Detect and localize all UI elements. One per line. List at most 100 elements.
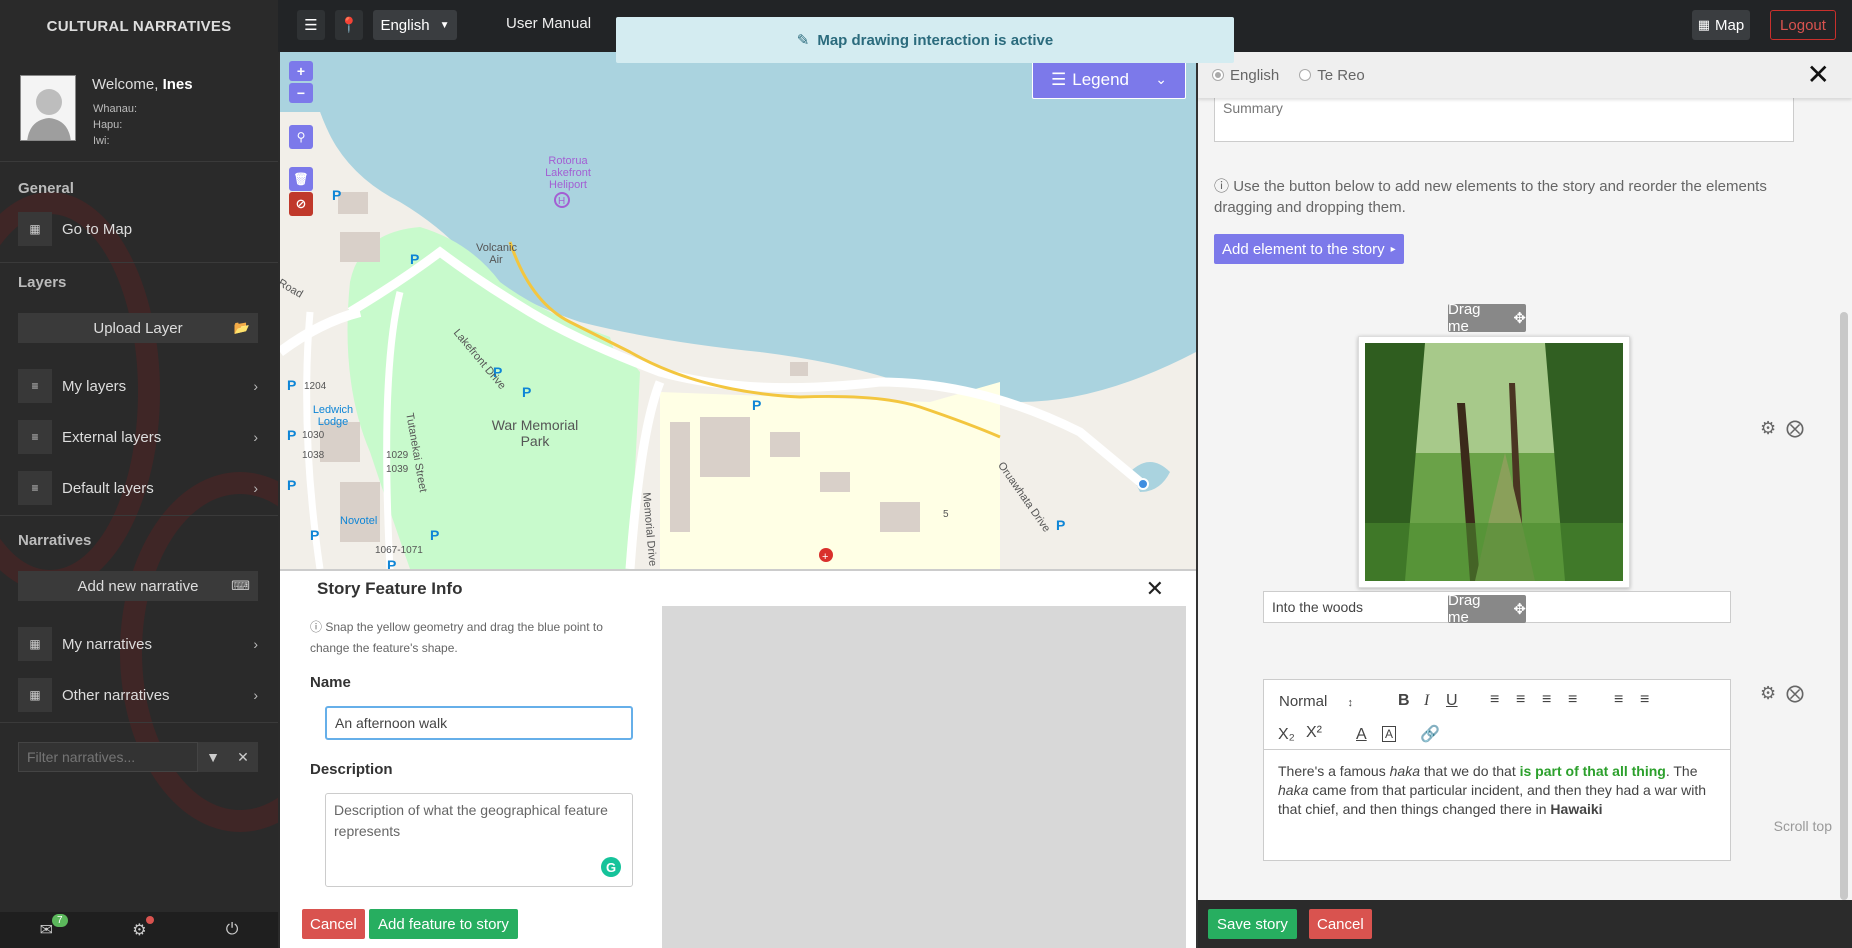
background-color-icon[interactable]: A — [1382, 726, 1397, 742]
text-color-icon[interactable]: A — [1356, 726, 1367, 744]
sidebar-item-default-layers[interactable]: ≡ Default layers › — [18, 471, 258, 505]
magnifier-icon: ⚲ — [296, 130, 306, 144]
iwi-label: Iwi: — [93, 135, 110, 147]
upload-layer-button[interactable]: Upload Layer 📂 — [18, 313, 258, 343]
zoom-box-button[interactable]: ⚲ — [289, 125, 313, 149]
move-icon: ✥ — [1513, 601, 1526, 618]
clear-filter-icon[interactable]: ✕ — [228, 742, 258, 772]
logout-button[interactable]: Logout — [1770, 10, 1836, 40]
info-icon: ⓘ — [310, 620, 323, 634]
close-icon[interactable]: ✕ — [1807, 58, 1830, 91]
map-button[interactable]: ▦ Map — [1692, 10, 1750, 40]
description-textarea[interactable]: Description of what the geographical fea… — [325, 793, 633, 887]
underline-icon[interactable]: U — [1446, 692, 1458, 710]
updown-icon: ↕ — [1347, 697, 1354, 709]
zoom-out-button[interactable]: − — [289, 83, 313, 103]
envelope-icon[interactable]: ✉ — [40, 920, 53, 940]
feature-preview-area — [662, 606, 1186, 948]
remove-element-icon[interactable]: ⨂ — [1786, 418, 1804, 439]
radio-te-reo-label: Te Reo — [1317, 66, 1365, 84]
save-story-button[interactable]: Save story — [1208, 909, 1297, 939]
chevron-right-icon: › — [253, 480, 258, 496]
sidebar: Welcome, Ines Whanau: Hapu: Iwi: General… — [0, 52, 278, 948]
sidebar-item-external-layers[interactable]: ≡ External layers › — [18, 420, 258, 454]
editor-content[interactable]: There's a famous haka that we do that is… — [1264, 750, 1730, 831]
text-run-bold-green: is part of that all thing — [1519, 763, 1666, 779]
chevron-right-icon: › — [253, 378, 258, 394]
align-right-icon[interactable]: ≡ — [1542, 691, 1551, 709]
forest-photo — [1365, 343, 1623, 581]
grammarly-icon[interactable]: G — [601, 857, 621, 877]
layers-icon: ≡ — [18, 420, 52, 454]
add-feature-to-story-button[interactable]: Add feature to story — [369, 909, 518, 939]
svg-text:+: + — [822, 551, 828, 563]
cancel-button[interactable]: Cancel — [302, 909, 365, 939]
italic-icon[interactable]: I — [1424, 692, 1429, 710]
narrative-filter: ▼ ✕ — [18, 742, 258, 772]
align-left-icon[interactable]: ≡ — [1490, 691, 1499, 709]
remove-element-icon[interactable]: ⨂ — [1786, 683, 1804, 704]
radio-english[interactable]: English — [1212, 67, 1279, 84]
language-select[interactable]: English ▼ — [373, 10, 457, 40]
divider — [0, 515, 278, 516]
cancel-story-button[interactable]: Cancel — [1309, 909, 1372, 939]
delete-feature-button[interactable]: 🗑 — [289, 167, 313, 191]
menu-toggle-button[interactable]: ☰ — [297, 10, 325, 40]
sidebar-item-label: Other narratives — [62, 686, 170, 704]
divider — [0, 722, 278, 723]
filter-narratives-input[interactable] — [18, 742, 198, 772]
summary-textarea[interactable]: Summary — [1214, 96, 1794, 142]
superscript-icon[interactable]: X² — [1306, 724, 1322, 742]
legend-button[interactable]: ☰ Legend ⌄ — [1032, 60, 1186, 99]
zoom-in-button[interactable]: + — [289, 61, 313, 81]
map-view[interactable]: PPP PPP PPP PPP + H Rotorua Lakefront He… — [280, 52, 1196, 569]
map-label-volcanic-air: Volcanic Air — [476, 242, 517, 266]
sidebar-item-label: My narratives — [62, 635, 153, 653]
drag-handle[interactable]: Drag me ✥ — [1448, 592, 1526, 626]
chevron-right-icon: › — [253, 687, 258, 703]
cancel-drawing-button[interactable]: ⊘ — [289, 192, 313, 216]
format-select[interactable]: Normal ↕ — [1279, 693, 1353, 710]
bullet-list-icon[interactable]: ≡ — [1640, 691, 1649, 709]
drawing-notification: ✎ Map drawing interaction is active — [616, 17, 1234, 63]
add-element-button[interactable]: Add element to the story ▸ — [1214, 234, 1404, 264]
sidebar-item-my-layers[interactable]: ≡ My layers › — [18, 369, 258, 403]
drag-handle[interactable]: Drag me ✥ — [1448, 301, 1526, 335]
scroll-top-link[interactable]: Scroll top — [1774, 818, 1832, 834]
sidebar-item-my-narratives[interactable]: ▦ My narratives › — [18, 627, 258, 661]
sidebar-item-other-narratives[interactable]: ▦ Other narratives › — [18, 678, 258, 712]
map-label-5: 5 — [943, 509, 949, 520]
user-name: Ines — [162, 76, 193, 93]
name-input[interactable] — [325, 706, 633, 740]
svg-text:P: P — [387, 557, 396, 569]
text-run: There's a famous — [1278, 763, 1390, 779]
radio-te-reo[interactable]: Te Reo — [1299, 67, 1365, 84]
settings-gear-icon[interactable]: ⚙ — [132, 920, 146, 940]
story-footer: Save story Cancel — [1198, 900, 1852, 948]
scrollbar[interactable] — [1840, 312, 1848, 900]
add-element-label: Add element to the story — [1222, 240, 1385, 258]
bold-icon[interactable]: B — [1398, 692, 1410, 710]
pin-button[interactable]: 📍 — [335, 10, 363, 40]
add-new-narrative-label: Add new narrative — [77, 577, 199, 595]
sidebar-item-go-to-map[interactable]: ▦ Go to Map — [18, 212, 258, 246]
user-manual-link[interactable]: User Manual — [506, 15, 591, 32]
add-new-narrative-button[interactable]: Add new narrative ⌨ — [18, 571, 258, 601]
pin-icon: 📍 — [339, 17, 359, 34]
settings-gear-icon[interactable]: ⚙ — [1760, 418, 1776, 439]
drag-label: Drag me — [1448, 301, 1481, 335]
subscript-icon[interactable]: X₂ — [1278, 726, 1295, 744]
info-icon: ⓘ — [1214, 178, 1230, 195]
align-center-icon[interactable]: ≡ — [1516, 691, 1525, 709]
power-icon[interactable]: ⏻ — [226, 921, 239, 939]
link-icon[interactable]: 🔗 — [1420, 724, 1440, 744]
close-icon[interactable]: ✕ — [1146, 576, 1164, 602]
ordered-list-icon[interactable]: ≡ — [1614, 691, 1623, 709]
settings-gear-icon[interactable]: ⚙ — [1760, 683, 1776, 704]
pencil-icon: ✎ — [796, 32, 810, 49]
align-justify-icon[interactable]: ≡ — [1568, 691, 1577, 709]
map-label-novotel: Novotel — [340, 515, 378, 527]
radio-dot — [1299, 69, 1312, 81]
filter-icon[interactable]: ▼ — [198, 742, 228, 772]
book-icon: ▦ — [18, 678, 52, 712]
